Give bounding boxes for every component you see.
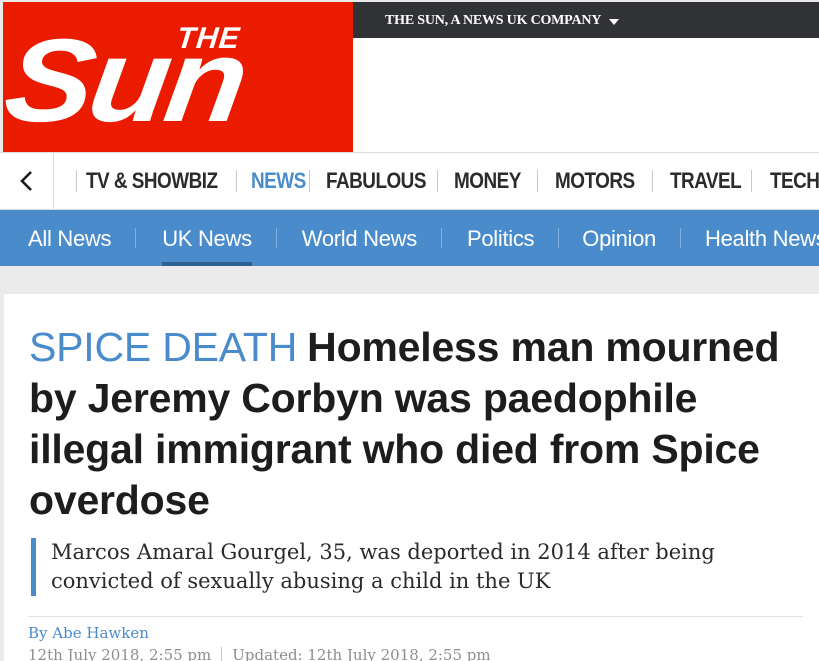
section-nav-divider	[680, 228, 681, 248]
main-nav-item-travel[interactable]: TRAVEL	[670, 153, 742, 209]
main-nav-item-money[interactable]: MONEY	[454, 153, 525, 209]
date-divider	[221, 647, 223, 661]
network-menu-label[interactable]: THE SUN, A NEWS UK COMPANY	[385, 13, 601, 29]
section-nav-item-world-news[interactable]: World News	[302, 210, 417, 266]
section-nav-divider	[135, 228, 137, 248]
section-nav-item-opinion[interactable]: Opinion	[582, 210, 656, 266]
section-nav-item-politics[interactable]: Politics	[467, 210, 535, 266]
nav-divider	[309, 170, 310, 192]
article-dates: 12th July 2018, 2:55 pm Updated: 12th Ju…	[28, 646, 491, 661]
nav-back-button[interactable]	[0, 153, 54, 209]
network-bar: THE SUN, A NEWS UK COMPANY	[353, 2, 819, 38]
main-nav: TV & SHOWBIZ NEWS FABULOUS MONEY MOTORS …	[0, 152, 819, 210]
section-nav-item-uk-news[interactable]: UK News	[162, 210, 252, 266]
section-nav-items: All News UK News World News Politics Opi…	[0, 210, 819, 266]
nav-divider	[537, 170, 538, 192]
author-link[interactable]: Abe Hawken	[52, 624, 149, 642]
logo-the-wordmark: THE	[175, 22, 242, 55]
article-standfirst: Marcos Amaral Gourgel, 35, was deported …	[31, 538, 791, 596]
article-card: SPICE DEATH Homeless man mourned by Jerem…	[4, 294, 819, 661]
main-nav-item-fabulous[interactable]: FABULOUS	[326, 153, 426, 209]
chevron-left-icon	[19, 171, 32, 191]
main-nav-items: TV & SHOWBIZ NEWS FABULOUS MONEY MOTORS …	[54, 153, 819, 209]
article-headline: SPICE DEATH Homeless man mourned by Jerem…	[29, 322, 809, 526]
nav-divider	[437, 170, 438, 192]
published-date: 12th July 2018, 2:55 pm	[28, 646, 212, 661]
section-nav-divider	[558, 228, 560, 248]
main-nav-item-news[interactable]: NEWS	[251, 153, 306, 209]
updated-date: Updated: 12th July 2018, 2:55 pm	[232, 646, 491, 661]
section-nav-divider	[275, 228, 277, 248]
article-divider	[28, 616, 803, 617]
section-nav-item-all-news[interactable]: All News	[28, 210, 111, 266]
nav-divider	[236, 170, 237, 192]
section-nav: All News UK News World News Politics Opi…	[0, 210, 819, 266]
caret-down-icon[interactable]	[609, 19, 619, 25]
nav-divider	[751, 170, 752, 192]
article-kicker[interactable]: SPICE DEATH	[29, 324, 297, 370]
nav-divider	[76, 170, 77, 192]
main-nav-item-motors[interactable]: MOTORS	[555, 153, 638, 209]
sun-logo[interactable]: Sun THE	[3, 2, 353, 152]
section-nav-divider	[440, 228, 442, 248]
section-nav-item-health-news[interactable]: Health News	[705, 210, 819, 266]
article-byline: By Abe Hawken	[28, 624, 149, 642]
main-nav-item-tv-showbiz[interactable]: TV & SHOWBIZ	[86, 153, 218, 209]
byline-prefix: By	[28, 624, 48, 642]
main-nav-item-tech[interactable]: TECH	[770, 153, 819, 209]
nav-divider	[652, 170, 653, 192]
header-ad-space	[353, 38, 819, 152]
